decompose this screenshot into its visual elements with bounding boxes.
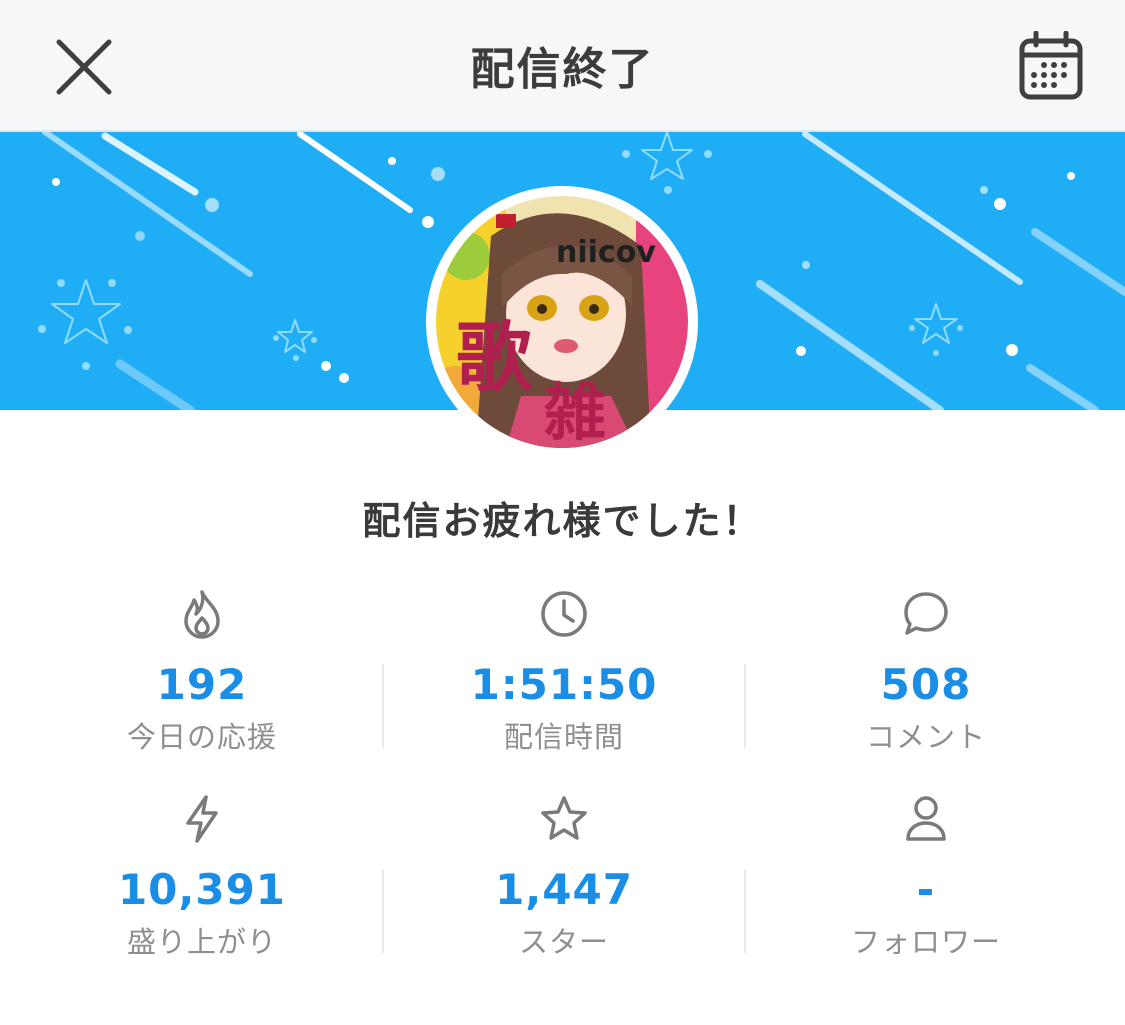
avatar-big-text-1: 歌	[456, 313, 533, 402]
header-bar: 配信終了	[0, 0, 1125, 132]
star-icon	[541, 796, 587, 840]
followers-label: フォロワー	[850, 925, 1001, 959]
comments-value: 508	[880, 660, 972, 709]
close-button[interactable]	[54, 37, 114, 97]
comments-label: コメント	[865, 720, 986, 754]
excitement-label: 盛り上がり	[126, 925, 277, 959]
stars-value: 1,447	[495, 865, 633, 914]
stat-divider	[744, 664, 746, 748]
flame-icon	[184, 590, 220, 639]
calendar-button[interactable]	[1018, 30, 1084, 101]
followers-value: -	[916, 865, 936, 914]
stat-support: 192 今日の応援	[52, 588, 352, 756]
close-icon	[56, 39, 112, 95]
page-title: 配信終了	[470, 44, 655, 95]
calendar-icon	[1019, 30, 1083, 100]
stat-divider	[382, 664, 384, 748]
duration-label: 配信時間	[503, 720, 624, 754]
excitement-value: 10,391	[117, 865, 287, 914]
comment-icon	[904, 592, 948, 635]
stat-divider	[744, 869, 746, 953]
stat-stars: 1,447 スター	[414, 793, 714, 961]
stat-excitement: 10,391 盛り上がり	[52, 793, 352, 961]
stat-divider	[382, 869, 384, 953]
support-value: 192	[156, 660, 248, 709]
stat-followers: - フォロワー	[776, 793, 1076, 961]
lightning-icon	[186, 795, 218, 843]
duration-value: 1:51:50	[470, 660, 658, 709]
avatar: niicov 歌 雑	[426, 186, 698, 458]
stat-comments: 508 コメント	[776, 588, 1076, 756]
clock-icon	[541, 591, 587, 637]
support-label: 今日の応援	[126, 720, 277, 754]
avatar-logo-text: niicov	[556, 235, 656, 270]
person-icon	[906, 796, 946, 841]
avatar-image: niicov 歌 雑	[436, 196, 688, 448]
stars-label: スター	[518, 925, 609, 959]
thank-you-message: 配信お疲れ様でした！	[362, 499, 763, 543]
avatar-big-text-2: 雑	[543, 376, 606, 448]
stat-duration: 1:51:50 配信時間	[414, 588, 714, 756]
